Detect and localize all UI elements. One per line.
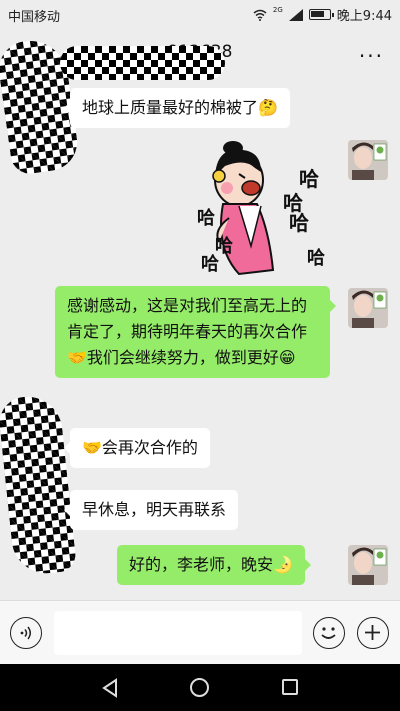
plus-sign-icon [365,625,380,640]
emoji-icon[interactable] [313,617,345,649]
svg-text:哈: 哈 [289,211,309,235]
voice-icon[interactable] [10,617,42,649]
system-nav-bar [0,664,400,711]
message-text: 感谢感动，这是对我们至高无上的肯定了，期待明年春天的再次合作🤝我们会继续努力，做… [67,296,308,367]
svg-text:哈: 哈 [197,207,215,229]
battery-icon [308,9,334,20]
status-indicators: 2G 晚上9:44 [253,5,392,24]
avatar-portrait-icon [348,140,388,180]
redaction-pattern [60,46,225,80]
message-text: 好的，李老师，晚安🌛 [129,555,293,574]
smile-face-icon [321,627,336,639]
avatar[interactable] [348,545,388,585]
message-bubble[interactable]: 🤝会再次合作的 [64,428,210,468]
svg-text:哈: 哈 [201,253,219,275]
nav-back-icon[interactable] [100,678,120,698]
more-dots-icon[interactable]: ··· [359,44,384,68]
avatar-portrait-icon [348,288,388,328]
redaction-pattern [0,393,78,577]
message-text: 🤝会再次合作的 [82,438,198,457]
status-bar: 中国移动 2G 晚上9:44 [0,0,400,28]
nav-recent-icon[interactable] [282,679,298,695]
message-bubble[interactable]: 地球上质量最好的棉被了🤔 [64,88,290,128]
message-bubble[interactable]: 感谢感动，这是对我们至高无上的肯定了，期待明年春天的再次合作🤝我们会继续努力，做… [55,286,336,378]
avatar[interactable] [348,140,388,180]
carrier-label: 中国移动 [8,10,61,25]
avatar-portrait-icon [348,545,388,585]
voice-wave-icon [20,626,31,640]
wifi-icon [253,9,267,21]
message-text: 早休息，明天再联系 [82,500,227,519]
svg-text:哈: 哈 [307,247,325,269]
svg-text:哈: 哈 [299,167,319,191]
message-bubble[interactable]: 好的，李老师，晚安🌛 [117,545,311,585]
message-bubble[interactable]: 早休息，明天再联系 [63,490,239,530]
chat-area[interactable]: 地球上质量最好的棉被了🤔 哈 哈 哈 哈 哈 哈 哈 哈 [0,35,400,600]
avatar[interactable] [348,288,388,328]
plus-icon[interactable] [357,617,389,649]
network-type-label: 2G [272,5,283,14]
message-input[interactable] [54,611,302,655]
clock-label: 晚上9:44 [336,9,392,24]
nav-home-icon[interactable] [190,678,209,697]
message-text: 地球上质量最好的棉被了🤔 [82,98,278,117]
signal-icon [288,8,303,21]
input-bar [0,600,400,664]
